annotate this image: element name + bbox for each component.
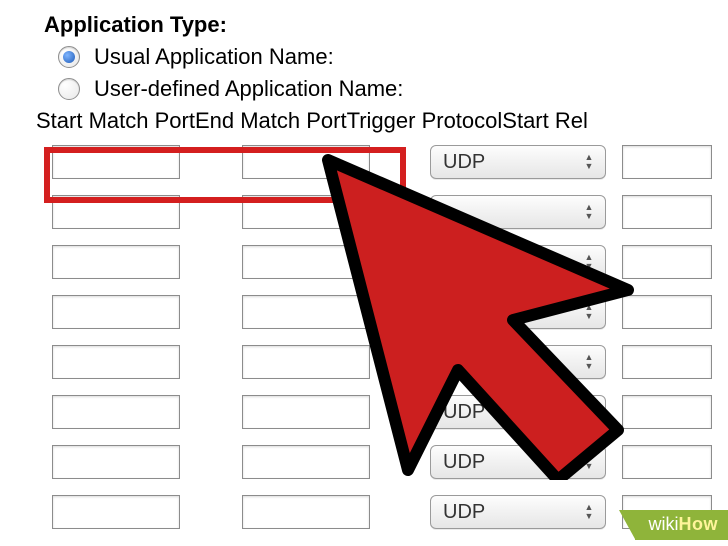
port-trigger-table: UDP ▲▼ ▲▼ ▲▼ (44, 140, 728, 534)
col-start-rel: Start Rel (502, 108, 588, 134)
radio-usual[interactable] (58, 46, 80, 68)
select-value: U (443, 351, 581, 374)
col-trigger-protocol: Trigger Protocol (347, 108, 503, 134)
trigger-protocol-select[interactable]: UDP ▲▼ (430, 145, 606, 179)
start-match-port-input[interactable] (52, 395, 180, 429)
select-stepper-icon: ▲▼ (581, 254, 597, 270)
watermark-how: How (679, 514, 719, 535)
end-match-port-input[interactable] (242, 395, 370, 429)
watermark-wikihow: wikiHow (635, 510, 728, 540)
start-rel-input[interactable] (622, 395, 712, 429)
trigger-protocol-select[interactable]: ▲▼ (430, 245, 606, 279)
end-match-port-input[interactable] (242, 445, 370, 479)
start-rel-input[interactable] (622, 345, 712, 379)
select-value: UDP (443, 451, 581, 474)
trigger-protocol-select[interactable]: UDP ▲▼ (430, 445, 606, 479)
col-end-match: End Match Port (195, 108, 347, 134)
table-row: UDP ▲▼ (44, 140, 728, 184)
option-userdef-label: User-defined Application Name: (94, 76, 403, 102)
start-rel-input[interactable] (622, 145, 712, 179)
table-row: UDP ▲▼ (44, 440, 728, 484)
start-match-port-input[interactable] (52, 145, 180, 179)
option-usual-row: Usual Application Name: (58, 44, 728, 70)
trigger-protocol-select[interactable]: U ▲▼ (430, 345, 606, 379)
table-row: ▲▼ (44, 290, 728, 334)
start-rel-input[interactable] (622, 295, 712, 329)
start-rel-input[interactable] (622, 445, 712, 479)
end-match-port-input[interactable] (242, 345, 370, 379)
start-match-port-input[interactable] (52, 345, 180, 379)
trigger-protocol-select[interactable]: UDP ▲▼ (430, 395, 606, 429)
end-match-port-input[interactable] (242, 295, 370, 329)
start-rel-input[interactable] (622, 195, 712, 229)
table-row: ▲▼ (44, 190, 728, 234)
option-userdef-row: User-defined Application Name: (58, 76, 728, 102)
select-stepper-icon: ▲▼ (581, 204, 597, 220)
end-match-port-input[interactable] (242, 195, 370, 229)
trigger-protocol-select[interactable]: ▲▼ (430, 295, 606, 329)
start-match-port-input[interactable] (52, 495, 180, 529)
select-value: UDP (443, 401, 581, 424)
start-match-port-input[interactable] (52, 245, 180, 279)
option-usual-label: Usual Application Name: (94, 44, 334, 70)
heading-application-type: Application Type: (44, 12, 728, 38)
select-stepper-icon: ▲▼ (581, 354, 597, 370)
watermark-wiki: wiki (649, 514, 679, 535)
select-stepper-icon: ▲▼ (581, 304, 597, 320)
table-row: UDP ▲▼ (44, 390, 728, 434)
select-value: UDP (443, 151, 581, 174)
table-row: U ▲▼ (44, 340, 728, 384)
select-stepper-icon: ▲▼ (581, 404, 597, 420)
trigger-protocol-select[interactable]: UDP ▲▼ (430, 495, 606, 529)
select-stepper-icon: ▲▼ (581, 504, 597, 520)
start-match-port-input[interactable] (52, 295, 180, 329)
table-row: ▲▼ (44, 240, 728, 284)
col-start-match: Start Match Port (36, 108, 195, 134)
select-value: UDP (443, 501, 581, 524)
end-match-port-input[interactable] (242, 145, 370, 179)
end-match-port-input[interactable] (242, 245, 370, 279)
radio-userdef[interactable] (58, 78, 80, 100)
trigger-protocol-select[interactable]: ▲▼ (430, 195, 606, 229)
start-match-port-input[interactable] (52, 195, 180, 229)
start-rel-input[interactable] (622, 245, 712, 279)
end-match-port-input[interactable] (242, 495, 370, 529)
select-stepper-icon: ▲▼ (581, 454, 597, 470)
column-headers: Start Match PortEnd Match PortTrigger Pr… (36, 108, 728, 134)
select-stepper-icon: ▲▼ (581, 154, 597, 170)
start-match-port-input[interactable] (52, 445, 180, 479)
